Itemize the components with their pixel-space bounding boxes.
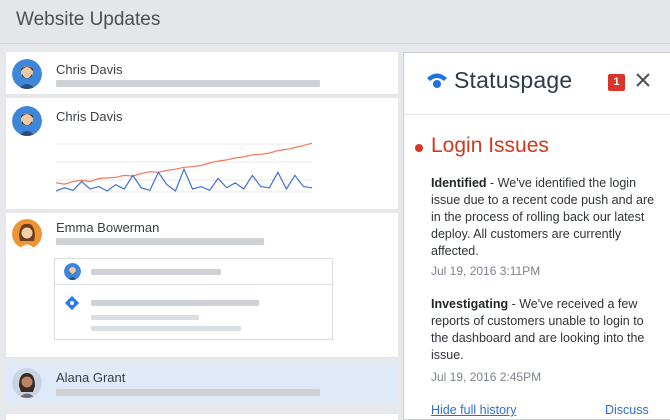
text-placeholder (91, 326, 241, 331)
series-line-0 (55, 142, 313, 185)
update-status: Investigating (431, 297, 509, 311)
incident-update: Investigating - We've received a few rep… (431, 296, 663, 364)
text-placeholder (91, 269, 221, 275)
statuspage-panel: Statuspage 1 Login Issues Identified - W… (403, 52, 670, 420)
trend-chart (55, 142, 313, 193)
incident-update: Identified - We've identified the login … (431, 175, 663, 260)
post-author: Emma Bowerman (56, 220, 160, 235)
hide-history-link[interactable]: Hide full history (431, 403, 516, 417)
app-header: Website Updates (0, 0, 670, 44)
update-feed: Chris Davis Chris Davis Emma Bowerman Al… (6, 52, 400, 420)
post-author: Alana Grant (56, 370, 126, 385)
post-author: Chris Davis (56, 62, 123, 77)
nested-reply[interactable] (55, 285, 332, 341)
feed-post[interactable]: Emma Bowerman (6, 213, 398, 358)
feed-post[interactable]: Chris Davis (6, 98, 398, 210)
nested-reply[interactable] (55, 259, 332, 285)
notification-badge: 1 (608, 74, 625, 91)
panel-header: Statuspage 1 (404, 53, 670, 115)
incident-title: Login Issues (431, 134, 549, 157)
avatar (64, 263, 81, 280)
avatar (12, 106, 42, 136)
text-placeholder (56, 80, 320, 87)
discuss-link[interactable]: Discuss (605, 403, 649, 417)
close-icon[interactable] (632, 69, 654, 91)
text-placeholder (56, 238, 264, 245)
brand-name: Statuspage (454, 67, 573, 93)
feed-post[interactable]: Chris Davis (6, 52, 398, 95)
statuspage-logo-icon (427, 73, 447, 88)
post-author: Chris Davis (56, 109, 123, 124)
page-title: Website Updates (16, 9, 161, 30)
avatar (12, 219, 42, 249)
nested-thread (54, 258, 333, 340)
update-status: Identified (431, 176, 487, 190)
feed-post[interactable]: Alana Grant (6, 361, 398, 404)
text-placeholder (56, 389, 320, 396)
update-timestamp: Jul 19, 2016 2:45PM (431, 370, 542, 384)
avatar (12, 59, 42, 89)
diamond-icon (64, 295, 80, 311)
avatar (12, 368, 42, 398)
text-placeholder (91, 315, 199, 320)
update-timestamp: Jul 19, 2016 3:11PM (431, 264, 541, 278)
incident-status-dot (415, 144, 423, 152)
text-placeholder (91, 300, 259, 306)
feed-post[interactable] (6, 414, 398, 420)
